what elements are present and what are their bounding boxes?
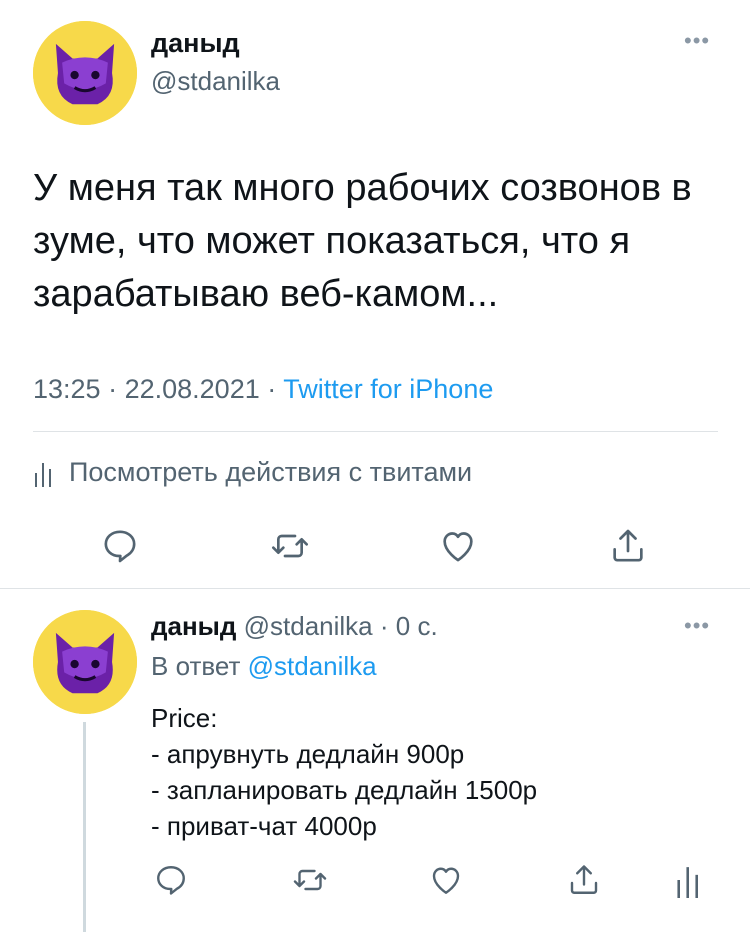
reply-avatar[interactable] — [33, 610, 137, 714]
tweet-analytics-link[interactable]: Посмотреть действия с твитами — [33, 457, 472, 488]
reply-header: даныд @stdanilka · 0 с. — [151, 611, 438, 641]
more-icon[interactable]: ••• — [684, 28, 710, 54]
reply-prefix: В ответ — [151, 651, 241, 681]
reply-age: 0 с. — [395, 611, 438, 641]
reply-like-icon[interactable] — [428, 862, 464, 898]
analytics-label: Посмотреть действия с твитами — [69, 457, 473, 487]
tweet-meta: 13:25 · 22.08.2021 · Twitter for iPhone — [33, 374, 494, 404]
reply-share-icon[interactable] — [566, 862, 602, 898]
reply-retweet-icon[interactable] — [292, 862, 328, 898]
handle[interactable]: @stdanilka — [151, 66, 280, 97]
tweet-time: 13:25 — [33, 374, 101, 404]
reply-to-link[interactable]: @stdanilka — [248, 651, 377, 681]
display-name[interactable]: даныд — [151, 28, 240, 59]
tweet-text: У меня так много рабочих созвонов в зуме… — [33, 167, 692, 315]
divider — [33, 431, 718, 432]
share-icon[interactable] — [608, 526, 648, 566]
reply-icon[interactable] — [100, 526, 140, 566]
analytics-icon — [35, 462, 51, 487]
reply-reply-icon[interactable] — [153, 862, 189, 898]
tweet-source[interactable]: Twitter for iPhone — [283, 374, 493, 404]
retweet-icon[interactable] — [270, 526, 310, 566]
reply-display-name[interactable]: даныд — [151, 611, 236, 641]
reply-line: - запланировать дедлайн 1500р — [151, 775, 538, 805]
reply-text: Price: - апрувнуть дедлайн 900р - заплан… — [151, 700, 537, 844]
reply-handle[interactable]: @stdanilka — [244, 611, 373, 641]
like-icon[interactable] — [438, 526, 478, 566]
thread-line — [83, 722, 86, 932]
reply-line: - апрувнуть дедлайн 900р — [151, 739, 465, 769]
avatar[interactable] — [33, 21, 137, 125]
tweet-date: 22.08.2021 — [124, 374, 260, 404]
tweet-separator — [0, 588, 750, 589]
reply-to-line: В ответ @stdanilka — [151, 651, 377, 682]
reply-analytics-icon[interactable] — [674, 862, 704, 898]
reply-line: - приват-чат 4000р — [151, 811, 377, 841]
reply-more-icon[interactable]: ••• — [684, 613, 710, 639]
reply-line: Price: — [151, 703, 218, 733]
